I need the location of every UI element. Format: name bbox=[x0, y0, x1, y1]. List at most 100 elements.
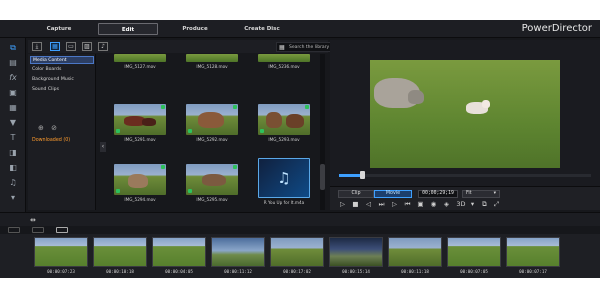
media-item[interactable]: IMG_5291.mov bbox=[114, 104, 166, 142]
media-item[interactable]: IMG_5293.mov bbox=[258, 104, 310, 142]
more-rooms-icon[interactable]: ▾ bbox=[7, 192, 19, 204]
music-note-icon: ♫ bbox=[277, 169, 291, 187]
downloaded-count: (0) bbox=[63, 138, 71, 143]
view-tabs bbox=[0, 226, 600, 234]
clip-mode-button[interactable]: Clip bbox=[338, 190, 374, 198]
storyboard-clip[interactable]: 00:00:11:18 bbox=[388, 237, 442, 274]
title-room-icon[interactable]: ▤ bbox=[7, 57, 19, 69]
movie-mode-button[interactable]: Movie bbox=[374, 190, 412, 198]
import-icon[interactable]: ⤓ bbox=[32, 42, 42, 51]
media-label: IMG_5292.mov bbox=[196, 137, 228, 142]
timeline-toolbar: ⇹ bbox=[0, 212, 600, 226]
category-color-boards[interactable]: Color Boards bbox=[30, 66, 94, 74]
fit-timeline-icon[interactable]: ⇹ bbox=[30, 216, 36, 224]
3d-dropdown-icon[interactable]: ▾ bbox=[468, 200, 477, 209]
filter-photo-icon[interactable]: ▨ bbox=[82, 42, 92, 51]
remove-category-icon[interactable]: ⊘ bbox=[51, 124, 57, 132]
category-sound-clips[interactable]: Sound Clips bbox=[30, 86, 94, 94]
previous-frame-icon[interactable]: ◁ bbox=[364, 200, 373, 209]
media-item[interactable]: IMG_5295.mov bbox=[186, 164, 238, 202]
filter-audio-icon[interactable]: ♪ bbox=[98, 42, 108, 51]
media-label: IMG_5295.mov bbox=[196, 197, 228, 202]
media-item[interactable]: IMG_5294.mov bbox=[114, 164, 166, 202]
downloaded-label: Downloaded bbox=[32, 138, 62, 143]
app-brand: PowerDirector bbox=[521, 23, 592, 34]
filter-video-icon[interactable]: ▦ bbox=[50, 42, 60, 51]
camera-icon[interactable]: ◉ bbox=[429, 200, 438, 209]
downloaded-category[interactable]: Downloaded (0) bbox=[32, 138, 70, 143]
chapter-room-icon[interactable]: ◧ bbox=[7, 162, 19, 174]
add-category-icon[interactable]: ⊕ bbox=[38, 124, 44, 132]
clip-thumbnail bbox=[506, 237, 560, 267]
media-item[interactable]: IMG_5292.mov bbox=[186, 104, 238, 142]
media-thumbnail bbox=[114, 164, 166, 195]
slideshow-view-tab[interactable] bbox=[56, 227, 68, 233]
clip-duration: 00:00:10:18 bbox=[106, 269, 134, 274]
mode-capture[interactable]: Capture bbox=[30, 23, 88, 35]
video-flag-icon bbox=[260, 129, 264, 133]
undock-preview-icon[interactable]: ⤢ bbox=[492, 200, 501, 209]
timecode-display[interactable]: 00;00;29;19 bbox=[418, 190, 458, 198]
mode-produce[interactable]: Produce bbox=[166, 23, 224, 35]
storyboard-clip[interactable]: 00:00:04:05 bbox=[152, 237, 206, 274]
library-scrollbar[interactable] bbox=[320, 54, 325, 210]
video-flag-icon bbox=[116, 129, 120, 133]
3d-mode-button[interactable]: 3D bbox=[454, 200, 468, 209]
transition-room-icon[interactable]: ▼ bbox=[7, 117, 19, 129]
storyboard-clip[interactable]: 00:00:17:02 bbox=[270, 237, 324, 274]
category-media-content[interactable]: Media Content bbox=[30, 56, 94, 64]
preview-scrubber[interactable] bbox=[339, 171, 591, 179]
storyboard-clip[interactable]: 00:00:07:17 bbox=[506, 237, 560, 274]
preview-settings-icon[interactable]: ⧉ bbox=[480, 200, 489, 209]
clip-duration: 00:00:07:05 bbox=[460, 269, 488, 274]
clip-thumbnail bbox=[329, 237, 383, 267]
storyboard-clip[interactable]: 00:00:10:18 bbox=[93, 237, 147, 274]
particle-room-icon[interactable]: ▦ bbox=[7, 102, 19, 114]
storyboard-view-tab[interactable] bbox=[32, 227, 44, 233]
clip-duration: 00:00:07:17 bbox=[519, 269, 547, 274]
library-scrollbar-thumb[interactable] bbox=[320, 164, 325, 190]
storyboard-clip[interactable]: 00:00:15:14 bbox=[329, 237, 383, 274]
fx-room-icon[interactable]: fx bbox=[7, 72, 19, 84]
snapshot-icon[interactable]: ▣ bbox=[416, 200, 425, 209]
audio-room-icon[interactable]: ♫ bbox=[7, 177, 19, 189]
clip-thumbnail bbox=[270, 237, 324, 267]
next-frame-icon[interactable]: ▷ bbox=[390, 200, 399, 209]
mode-create-disc[interactable]: Create Disc bbox=[232, 23, 292, 35]
video-flag-icon bbox=[188, 189, 192, 193]
pip-room-icon[interactable]: ▣ bbox=[7, 87, 19, 99]
category-background-music[interactable]: Background Music bbox=[30, 76, 94, 84]
fast-forward-icon[interactable]: ⏭ bbox=[377, 200, 386, 209]
library-view-icon[interactable]: ▦ bbox=[279, 43, 285, 53]
media-item[interactable]: ♫ R You Up for It.m4a bbox=[258, 158, 310, 205]
storyboard-clip[interactable]: 00:00:07:23 bbox=[34, 237, 88, 274]
storyboard-clip[interactable]: 00:00:07:05 bbox=[447, 237, 501, 274]
in-use-check-icon bbox=[161, 165, 165, 169]
media-item[interactable]: IMG_5236.mov bbox=[258, 54, 310, 69]
playback-controls: Clip Movie 00;00;29;19 Fit ▾ ▷ ■ ◁ ⏭ ▷ ⏮… bbox=[330, 186, 600, 210]
media-label: IMG_5128.mov bbox=[196, 64, 228, 69]
storyboard-clip[interactable]: 00:00:11:12 bbox=[211, 237, 265, 274]
library-categories: Media Content Color Boards Background Mu… bbox=[28, 54, 96, 210]
category-tools: ⊕ ⊘ bbox=[38, 124, 57, 132]
volume-icon[interactable]: ◈ bbox=[442, 200, 451, 209]
media-label: IMG_5127.mov bbox=[124, 64, 156, 69]
timeline-view-tab[interactable] bbox=[8, 227, 20, 233]
subtitle-room-icon[interactable]: ◨ bbox=[7, 147, 19, 159]
text-room-icon[interactable]: T bbox=[7, 132, 19, 144]
preview-panel: Clip Movie 00;00;29;19 Fit ▾ ▷ ■ ◁ ⏭ ▷ ⏮… bbox=[330, 40, 600, 210]
collapse-categories-button[interactable]: ‹ bbox=[100, 142, 106, 152]
stop-icon[interactable]: ■ bbox=[351, 200, 360, 209]
preview-progress-fill bbox=[339, 174, 362, 177]
zoom-value: Fit bbox=[466, 191, 472, 196]
zoom-select[interactable]: Fit ▾ bbox=[462, 190, 500, 198]
rewind-icon[interactable]: ⏮ bbox=[403, 200, 412, 209]
filter-image-icon[interactable]: ▭ bbox=[66, 42, 76, 51]
in-use-check-icon bbox=[305, 105, 309, 109]
preview-scrubber-handle[interactable] bbox=[359, 171, 365, 179]
mode-edit[interactable]: Edit bbox=[98, 23, 158, 35]
play-icon[interactable]: ▷ bbox=[338, 200, 347, 209]
media-item[interactable]: IMG_5127.mov bbox=[114, 54, 166, 69]
media-item[interactable]: IMG_5128.mov bbox=[186, 54, 238, 69]
media-room-icon[interactable]: ⧉ bbox=[7, 42, 19, 54]
